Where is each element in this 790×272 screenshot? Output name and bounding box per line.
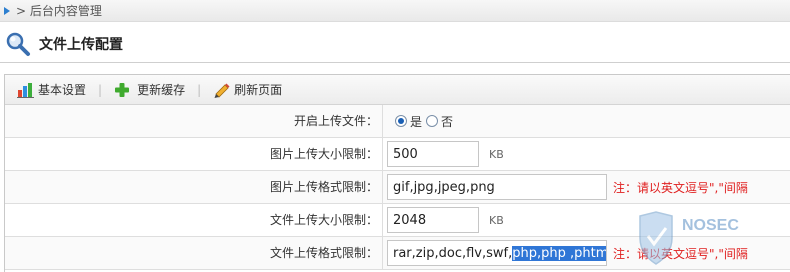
- page-title: 文件上传配置: [39, 37, 123, 53]
- update-cache-label: 更新缓存: [137, 83, 186, 97]
- bar-chart-icon: [17, 82, 34, 98]
- breadcrumb: > 后台内容管理: [16, 4, 102, 18]
- update-cache-button[interactable]: 更新缓存: [114, 81, 185, 98]
- image-formats-note: 注：请以英文逗号","间隔: [613, 180, 748, 195]
- enable-upload-no-label: 否: [441, 114, 454, 129]
- image-formats-input[interactable]: gif,jpg,jpeg,png: [387, 174, 607, 200]
- image-size-label: 图片上传大小限制：: [5, 138, 383, 170]
- breadcrumb-arrow-icon: [4, 6, 10, 15]
- file-size-unit: KB: [489, 213, 504, 227]
- page-header: 文件上传配置: [0, 26, 790, 62]
- image-formats-label: 图片上传格式限制：: [5, 171, 383, 203]
- watermark-logo: NOSEC: [639, 211, 739, 265]
- title-divider: [0, 62, 790, 63]
- refresh-page-button[interactable]: 刷新页面: [213, 81, 282, 98]
- pencil-icon: [214, 83, 230, 98]
- magnifier-icon: [6, 32, 30, 56]
- enable-upload-yes-label: 是: [410, 114, 423, 129]
- image-formats-value: gif,jpg,jpeg,png 注：请以英文逗号","间隔: [387, 171, 748, 203]
- file-size-value: 2048 KB: [387, 204, 504, 236]
- watermark-text: NOSEC: [682, 217, 739, 234]
- image-size-input[interactable]: 500: [387, 141, 479, 167]
- file-formats-selected-text: php,php ,phtml: [512, 245, 606, 261]
- enable-upload-label: 开启上传文件：: [5, 105, 383, 137]
- file-formats-text: rar,zip,doc,flv,swf,: [393, 245, 513, 261]
- toolbar-separator: |: [98, 82, 103, 97]
- form-row-enable-upload: 开启上传文件： 是 否: [5, 105, 790, 138]
- image-size-unit: KB: [489, 147, 504, 161]
- enable-upload-yes-radio[interactable]: [395, 115, 407, 127]
- enable-upload-no-radio[interactable]: [426, 115, 439, 127]
- toolbar: 基本设置 | 更新缓存 | 刷新页面: [5, 75, 790, 105]
- file-formats-input[interactable]: rar,zip,doc,flv,swf, php,php ,phtml: [387, 240, 607, 266]
- basic-settings-label: 基本设置: [38, 83, 87, 97]
- image-size-value: 500 KB: [387, 138, 504, 170]
- plus-icon: [115, 82, 130, 97]
- breadcrumb-bar: > 后台内容管理: [0, 0, 790, 22]
- form-row-image-formats: 图片上传格式限制： gif,jpg,jpeg,png 注：请以英文逗号","间隔: [5, 171, 790, 204]
- file-size-label: 文件上传大小限制：: [5, 204, 383, 236]
- file-size-input[interactable]: 2048: [387, 207, 479, 233]
- file-formats-label: 文件上传格式限制：: [5, 237, 383, 269]
- refresh-page-label: 刷新页面: [234, 83, 283, 97]
- enable-upload-options: 是 否: [387, 105, 455, 137]
- basic-settings-button[interactable]: 基本设置: [17, 81, 86, 98]
- form-row-image-size: 图片上传大小限制： 500 KB: [5, 138, 790, 171]
- toolbar-separator: |: [197, 82, 202, 97]
